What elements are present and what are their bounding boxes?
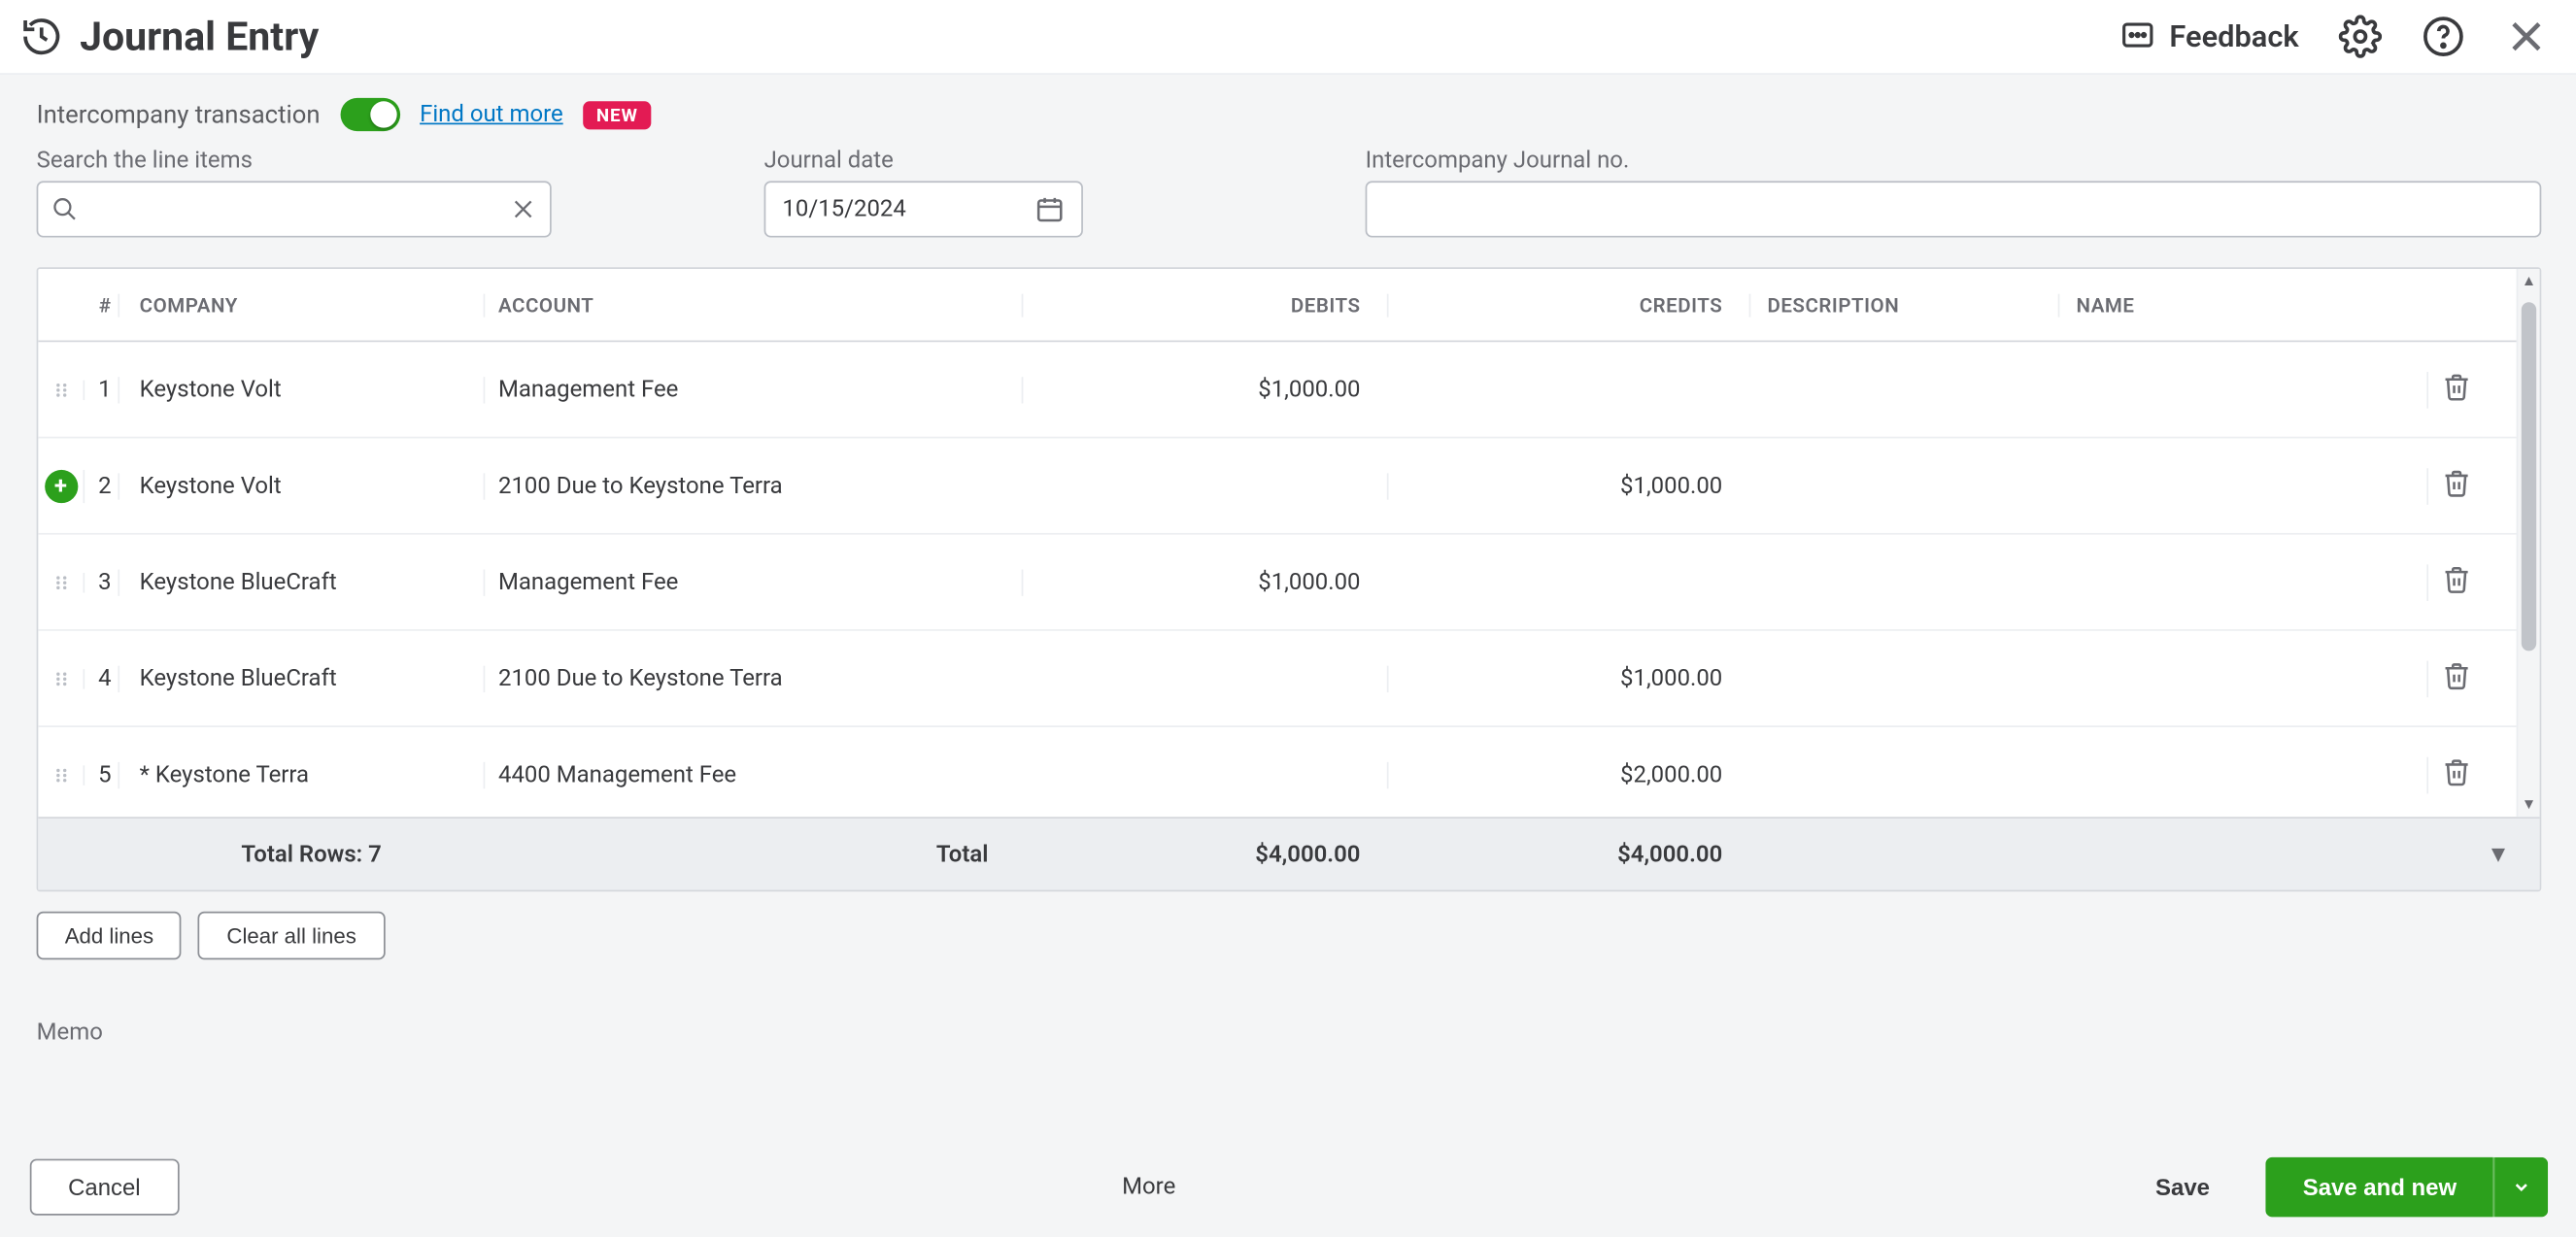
more-link[interactable]: More (1122, 1174, 1175, 1200)
feedback-button[interactable]: Feedback (2119, 18, 2299, 55)
add-lines-button[interactable]: Add lines (37, 912, 183, 960)
gear-icon[interactable] (2339, 15, 2382, 57)
line-items-table: # COMPANY ACCOUNT DEBITS CREDITS DESCRIP… (37, 267, 2542, 891)
footer-bar: Cancel More Save Save and new (0, 1137, 2576, 1237)
add-row-badge[interactable]: + (44, 469, 77, 502)
calendar-icon[interactable] (1034, 194, 1065, 224)
col-debits: DEBITS (1022, 293, 1387, 317)
row-company[interactable]: * Keystone Terra (118, 761, 483, 787)
intercompany-label: Intercompany transaction (37, 100, 321, 130)
date-value: 10/15/2024 (782, 196, 905, 222)
total-rows-label: Total Rows: 7 (118, 841, 483, 867)
new-badge: NEW (583, 100, 651, 128)
trash-icon[interactable] (2442, 478, 2472, 504)
row-debit[interactable]: $1,000.00 (1022, 569, 1387, 595)
intercompany-toggle[interactable] (340, 98, 400, 131)
journal-no-label: Intercompany Journal no. (1366, 148, 2542, 174)
row-company[interactable]: Keystone BlueCraft (118, 665, 483, 691)
scrollbar[interactable]: ▲ ▼ (2517, 269, 2540, 817)
clear-all-lines-button[interactable]: Clear all lines (198, 912, 385, 960)
search-input[interactable] (78, 196, 510, 222)
date-label: Journal date (764, 148, 1083, 174)
table-row[interactable]: +2Keystone Volt2100 Due to Keystone Terr… (38, 438, 2539, 534)
row-account[interactable]: 4400 Management Fee (484, 761, 1022, 787)
totals-row: Total Rows: 7 Total $4,000.00 $4,000.00 … (38, 817, 2539, 889)
drag-handle-icon[interactable] (51, 764, 71, 785)
row-account[interactable]: 2100 Due to Keystone Terra (484, 665, 1022, 691)
table-row[interactable]: 5* Keystone Terra4400 Management Fee $2,0… (38, 727, 2539, 817)
save-and-new-button[interactable]: Save and new (2266, 1157, 2493, 1218)
close-icon[interactable] (2505, 15, 2548, 57)
col-name: NAME (2058, 293, 2427, 317)
row-company[interactable]: Keystone Volt (118, 472, 483, 498)
help-icon[interactable] (2422, 15, 2464, 57)
page-title: Journal Entry (80, 14, 319, 60)
row-credit[interactable]: $1,000.00 (1387, 472, 1749, 498)
search-label: Search the line items (37, 148, 552, 174)
table-header: # COMPANY ACCOUNT DEBITS CREDITS DESCRIP… (38, 269, 2539, 342)
save-dropdown-button[interactable] (2493, 1157, 2548, 1218)
cancel-button[interactable]: Cancel (30, 1159, 179, 1216)
row-credit[interactable]: $1,000.00 (1387, 665, 1749, 691)
chevron-down-icon (2511, 1177, 2531, 1197)
row-company[interactable]: Keystone BlueCraft (118, 569, 483, 595)
clear-search-icon[interactable] (510, 196, 536, 222)
history-icon[interactable] (20, 15, 63, 57)
feedback-icon (2119, 18, 2156, 55)
row-debit[interactable]: $1,000.00 (1022, 376, 1387, 402)
drag-handle-icon[interactable] (51, 668, 71, 688)
col-description: DESCRIPTION (1749, 293, 2058, 317)
search-input-wrap[interactable] (37, 181, 552, 237)
scroll-thumb[interactable] (2522, 302, 2536, 651)
scroll-up-icon[interactable]: ▲ (2522, 272, 2536, 290)
row-num: 4 (85, 665, 118, 691)
trash-icon[interactable] (2442, 381, 2472, 407)
row-credit[interactable]: $2,000.00 (1387, 761, 1749, 787)
search-icon (51, 196, 78, 222)
drag-handle-icon[interactable] (51, 380, 71, 400)
row-num: 3 (85, 569, 118, 595)
table-row[interactable]: 4Keystone BlueCraft2100 Due to Keystone … (38, 631, 2539, 727)
row-num: 2 (85, 472, 118, 498)
row-num: 5 (85, 761, 118, 787)
trash-icon[interactable] (2442, 766, 2472, 792)
table-row[interactable]: 1Keystone VoltManagement Fee$1,000.00 (38, 342, 2539, 438)
drag-handle-icon[interactable] (51, 572, 71, 592)
row-account[interactable]: 2100 Due to Keystone Terra (484, 472, 1022, 498)
scroll-down-icon[interactable]: ▼ (2522, 795, 2536, 814)
feedback-label: Feedback (2169, 19, 2298, 54)
memo-label: Memo (37, 1020, 2542, 1046)
trash-icon[interactable] (2442, 670, 2472, 696)
row-company[interactable]: Keystone Volt (118, 376, 483, 402)
col-credits: CREDITS (1387, 293, 1749, 317)
credit-total: $4,000.00 (1387, 841, 1749, 867)
col-account: ACCOUNT (484, 293, 1022, 317)
table-row[interactable]: 3Keystone BlueCraftManagement Fee$1,000.… (38, 535, 2539, 631)
date-input[interactable]: 10/15/2024 (764, 181, 1083, 237)
row-num: 1 (85, 376, 118, 402)
header-bar: Journal Entry Feedback (0, 0, 2576, 75)
total-label: Total (484, 841, 1022, 867)
save-button[interactable]: Save (2118, 1160, 2246, 1214)
col-num: # (85, 293, 118, 317)
row-account[interactable]: Management Fee (484, 376, 1022, 402)
trash-icon[interactable] (2442, 574, 2472, 600)
find-out-more-link[interactable]: Find out more (420, 101, 563, 127)
row-account[interactable]: Management Fee (484, 569, 1022, 595)
journal-no-input[interactable] (1366, 181, 2542, 237)
debit-total: $4,000.00 (1022, 841, 1387, 867)
col-company: COMPANY (118, 293, 483, 317)
